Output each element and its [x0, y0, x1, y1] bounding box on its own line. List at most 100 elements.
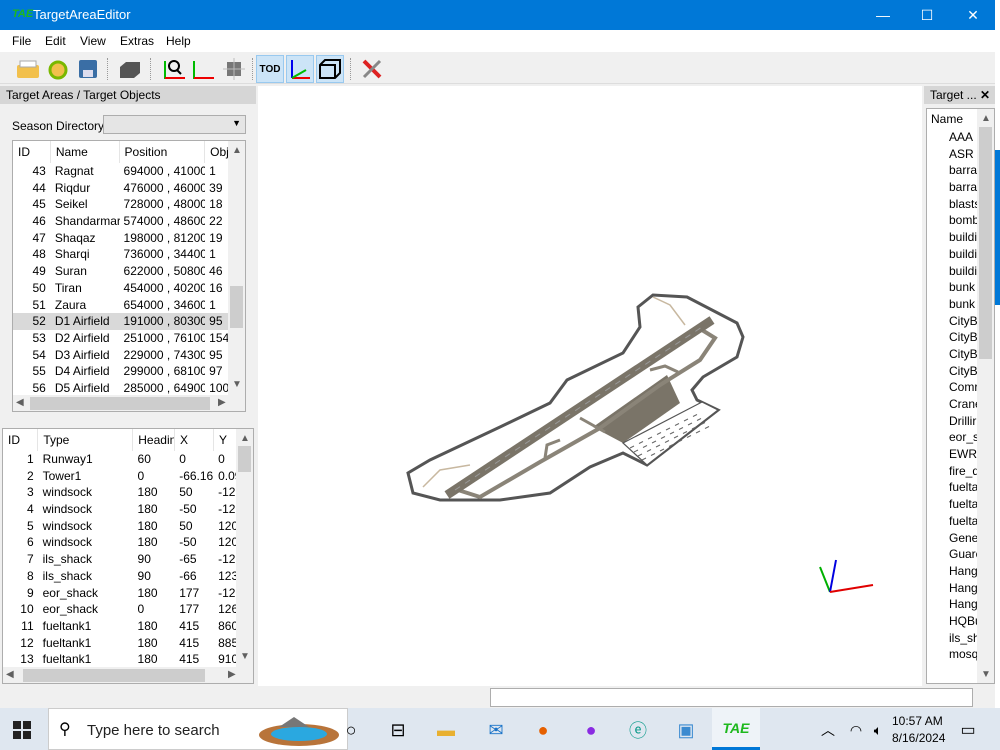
list-item[interactable]: fire_d: [927, 463, 977, 480]
list-item[interactable]: Comr: [927, 379, 977, 396]
file-explorer-icon[interactable]: ▬: [430, 716, 462, 744]
axis-move-icon[interactable]: [189, 55, 217, 83]
eset-icon[interactable]: ⓔ: [622, 716, 654, 744]
box-icon[interactable]: [116, 55, 144, 83]
menu-view[interactable]: View: [80, 34, 106, 48]
zoom-fit-icon[interactable]: [160, 55, 188, 83]
menu-extras[interactable]: Extras: [120, 34, 154, 48]
scroll-thumb[interactable]: [238, 446, 251, 472]
table-row[interactable]: 11 fueltank1 180 415 860: [3, 618, 253, 635]
list-item[interactable]: buildi: [927, 263, 977, 280]
scroll-right-icon[interactable]: ▶: [228, 669, 236, 680]
windows-start-icon[interactable]: [6, 716, 38, 744]
scroll-up-icon[interactable]: ▲: [232, 145, 242, 156]
table-row[interactable]: 55 D4 Airfield 299000 , 681000 97: [13, 363, 245, 380]
axes-toggle[interactable]: [286, 55, 314, 83]
list-item[interactable]: barra: [927, 162, 977, 179]
list-item[interactable]: Hang: [927, 563, 977, 580]
scroll-down-icon[interactable]: ▼: [981, 669, 991, 680]
areas-horizontal-scrollbar[interactable]: ◀ ▶: [13, 395, 245, 411]
table-row[interactable]: 4 windsock 180 -50 -1200: [3, 501, 253, 518]
column-header-position[interactable]: Position: [120, 141, 206, 163]
list-item[interactable]: ASR: [927, 146, 977, 163]
list-item[interactable]: Hang: [927, 580, 977, 597]
tools-icon[interactable]: [358, 55, 386, 83]
column-header-name[interactable]: Name: [51, 141, 120, 163]
column-header-x[interactable]: X: [175, 429, 214, 451]
table-row[interactable]: 50 Tiran 454000 , 402000 16: [13, 280, 245, 297]
list-item[interactable]: blasts: [927, 196, 977, 213]
table-row[interactable]: 48 Sharqi 736000 , 344000 1: [13, 246, 245, 263]
taskbar-search-box[interactable]: ⚲ Type here to search: [48, 708, 348, 750]
reload-icon[interactable]: [44, 55, 72, 83]
menu-edit[interactable]: Edit: [45, 34, 66, 48]
browser-private-icon[interactable]: ●: [575, 716, 607, 744]
table-row[interactable]: 47 Shaqaz 198000 , 812000 19: [13, 230, 245, 247]
column-header-type[interactable]: Type: [38, 429, 134, 451]
table-row[interactable]: 13 fueltank1 180 415 910: [3, 651, 253, 668]
multitask-icon[interactable]: ⊟: [382, 716, 414, 744]
table-row[interactable]: 8 ils_shack 90 -66 123...: [3, 568, 253, 585]
tae-taskbar-button[interactable]: TAE: [712, 708, 760, 750]
objects-horizontal-scrollbar[interactable]: ◀ ▶: [3, 667, 253, 683]
menu-file[interactable]: File: [12, 34, 31, 48]
areas-vertical-scrollbar[interactable]: ▲ ▼: [228, 141, 245, 395]
list-item[interactable]: fuelta: [927, 479, 977, 496]
list-item[interactable]: HQBu: [927, 613, 977, 630]
table-row[interactable]: 46 Shandarmar 574000 , 486000 22: [13, 213, 245, 230]
open-folder-icon[interactable]: [14, 55, 42, 83]
list-item[interactable]: bunk: [927, 279, 977, 296]
volume-icon[interactable]: 🔈︎: [862, 716, 894, 744]
crosshair-icon[interactable]: [220, 55, 248, 83]
list-item[interactable]: buildi: [927, 229, 977, 246]
scroll-thumb[interactable]: [23, 669, 205, 682]
table-row[interactable]: 2 Tower1 0 -66.16 0.09: [3, 468, 253, 485]
list-item[interactable]: fuelta: [927, 496, 977, 513]
status-input[interactable]: [490, 688, 973, 707]
list-item[interactable]: barra: [927, 179, 977, 196]
objects-vertical-scrollbar[interactable]: ▲ ▼: [236, 429, 253, 667]
table-row[interactable]: 49 Suran 622000 , 508000 46: [13, 263, 245, 280]
task-view-icon[interactable]: ○: [335, 716, 367, 744]
list-item[interactable]: ils_sh: [927, 630, 977, 647]
list-item[interactable]: fuelta: [927, 513, 977, 530]
list-item[interactable]: CityB: [927, 363, 977, 380]
table-row[interactable]: 1 Runway1 60 0 0: [3, 451, 253, 468]
column-header-id[interactable]: ID: [13, 141, 51, 163]
list-item[interactable]: Drillir: [927, 413, 977, 430]
firefox-icon[interactable]: ●: [527, 716, 559, 744]
control-panel-icon[interactable]: ▣: [670, 716, 702, 744]
table-row[interactable]: 6 windsock 180 -50 1200: [3, 534, 253, 551]
list-item[interactable]: bunk: [927, 296, 977, 313]
list-item[interactable]: Hang: [927, 596, 977, 613]
column-header-id[interactable]: ID: [3, 429, 39, 451]
season-directory-select[interactable]: ▼: [103, 115, 246, 134]
scroll-up-icon[interactable]: ▲: [981, 113, 991, 124]
scroll-left-icon[interactable]: ◀: [16, 397, 24, 408]
table-row[interactable]: 43 Ragnat 694000 , 410000 1: [13, 163, 245, 180]
column-header-heading[interactable]: Heading: [133, 429, 175, 451]
save-icon[interactable]: [74, 55, 102, 83]
list-item[interactable]: CityB: [927, 313, 977, 330]
scroll-thumb[interactable]: [979, 127, 992, 359]
tod-toggle[interactable]: TOD: [256, 55, 284, 83]
library-vertical-scrollbar[interactable]: ▲ ▼: [977, 109, 994, 683]
list-item[interactable]: EWR: [927, 446, 977, 463]
list-item[interactable]: CityB: [927, 329, 977, 346]
notifications-icon[interactable]: ▭: [952, 716, 984, 744]
list-item[interactable]: eor_sl: [927, 429, 977, 446]
list-item[interactable]: Guarc: [927, 546, 977, 563]
scroll-thumb[interactable]: [230, 286, 243, 328]
table-row[interactable]: 52 D1 Airfield 191000 , 803000 95: [13, 313, 245, 330]
scroll-up-icon[interactable]: ▲: [240, 433, 250, 444]
bounding-box-toggle[interactable]: [316, 55, 344, 83]
table-row[interactable]: 10 eor_shack 0 177 1267: [3, 601, 253, 618]
scroll-down-icon[interactable]: ▼: [240, 651, 250, 662]
table-row[interactable]: 44 Riqdur 476000 , 460000 39: [13, 180, 245, 197]
menu-help[interactable]: Help: [166, 34, 191, 48]
maximize-button[interactable]: ☐: [904, 0, 950, 30]
clock-time[interactable]: 10:57 AM: [892, 714, 943, 728]
table-row[interactable]: 12 fueltank1 180 415 885: [3, 635, 253, 652]
list-item[interactable]: Crane: [927, 396, 977, 413]
scroll-thumb[interactable]: [30, 397, 210, 410]
